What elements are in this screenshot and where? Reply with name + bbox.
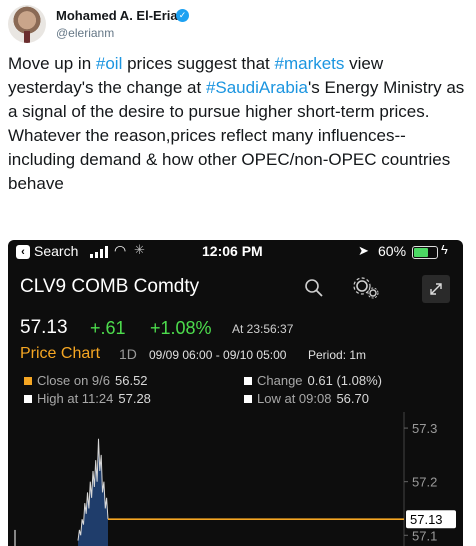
price-change: +.61 — [90, 318, 126, 338]
status-bar: ‹ Search ◠ ✳ 12:06 PM ➤ 60% ϟ — [8, 240, 463, 264]
battery-icon — [412, 246, 438, 259]
orange-square-icon — [24, 377, 32, 385]
hashtag-markets[interactable]: #markets — [275, 54, 345, 73]
last-price-tag-label: 57.13 — [410, 512, 443, 527]
collapse-icon[interactable] — [422, 275, 450, 303]
y-tick-label: 57.3 — [412, 421, 437, 436]
legend-high: High at 11:24 57.28 — [24, 391, 151, 406]
legend-change-value: 0.61 (1.08%) — [307, 373, 382, 388]
legend-high-label: High at 11:24 — [37, 391, 114, 406]
battery-percent: 60% — [378, 243, 407, 259]
legend-close: Close on 9/6 56.52 — [24, 373, 148, 388]
legend-high-value: 57.28 — [118, 391, 151, 406]
white-square-icon — [24, 395, 32, 403]
signal-icon — [90, 246, 108, 258]
tweet-text-segment: prices suggest that — [122, 54, 275, 73]
settings-gear-icon[interactable] — [352, 276, 380, 300]
ticker-title: CLV9 COMB Comdty — [20, 276, 200, 297]
price-area — [78, 438, 108, 546]
search-icon[interactable] — [304, 278, 324, 298]
author-handle[interactable]: @elerianm — [56, 26, 114, 40]
legend-low-label: Low at 09:08 — [257, 391, 332, 406]
interval-1d-button[interactable]: 1D — [119, 346, 137, 362]
location-icon: ➤ — [358, 243, 369, 258]
back-arrow-icon[interactable]: ‹ — [16, 245, 30, 259]
price-chart-title: Price Chart — [20, 345, 101, 362]
legend-close-label: Close on 9/6 — [37, 373, 110, 388]
chart-period: Period: 1m — [308, 348, 367, 362]
verified-badge-icon: ✓ — [176, 9, 189, 22]
charging-icon: ϟ — [441, 242, 448, 257]
attached-screenshot[interactable]: ‹ Search ◠ ✳ 12:06 PM ➤ 60% ϟ CLV9 COMB … — [8, 240, 463, 546]
legend-low: Low at 09:08 56.70 — [244, 391, 369, 406]
price-chart-plot[interactable]: 57.3 57.2 57.157.13 — [8, 412, 463, 546]
last-price: 57.13 — [20, 317, 68, 338]
legend-change: Change 0.61 (1.08%) — [244, 373, 382, 388]
back-app-label[interactable]: Search — [34, 243, 78, 259]
chart-date-range: 09/09 06:00 - 09/10 05:00 — [149, 348, 287, 362]
tweet-text: Move up in #oil prices suggest that #mar… — [8, 52, 470, 196]
hashtag-oil[interactable]: #oil — [96, 54, 122, 73]
white-square-icon — [244, 395, 252, 403]
quote-timestamp: At 23:56:37 — [232, 322, 294, 336]
y-tick-label: 57.1 — [412, 528, 437, 543]
legend-low-value: 56.70 — [336, 391, 369, 406]
white-square-icon — [244, 377, 252, 385]
clock: 12:06 PM — [202, 243, 263, 259]
tweet-text-line2: Whatever the reason,prices reflect many … — [8, 126, 451, 193]
legend-close-value: 56.52 — [115, 373, 148, 388]
author-avatar[interactable] — [8, 5, 46, 43]
hashtag-saudiarabia[interactable]: #SaudiArabia — [206, 78, 308, 97]
wifi-icon: ◠ — [114, 242, 127, 258]
y-tick-label: 57.2 — [412, 475, 437, 490]
legend-change-label: Change — [257, 373, 303, 388]
tweet-text-segment: Move up in — [8, 54, 96, 73]
author-name[interactable]: Mohamed A. El-Erian — [56, 8, 186, 23]
activity-icon: ✳ — [134, 242, 145, 257]
price-change-percent: +1.08% — [150, 318, 212, 338]
